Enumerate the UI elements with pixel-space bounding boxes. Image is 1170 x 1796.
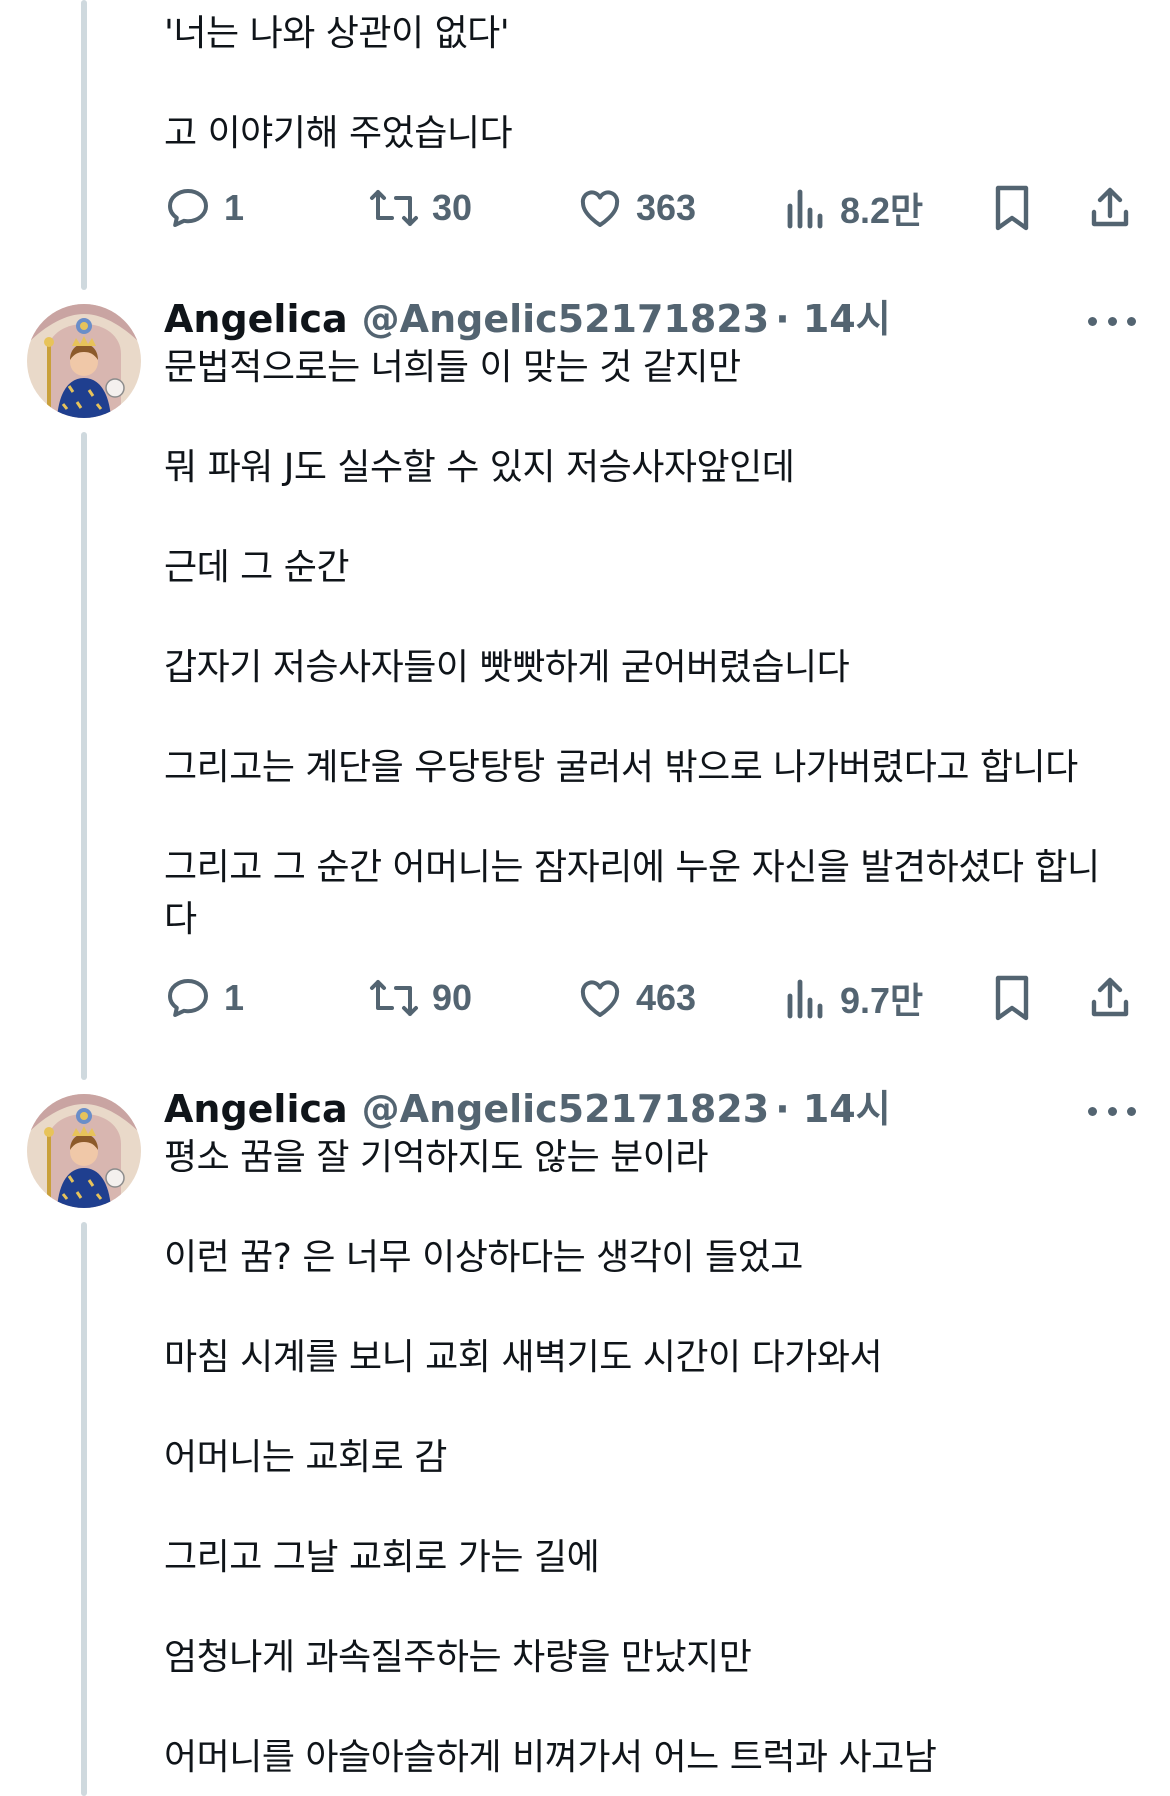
tweet-text-line: 그리고 그날 교회로 가는 길에 — [164, 1537, 600, 1578]
thread-line — [81, 432, 87, 1080]
retweet-icon — [370, 190, 418, 226]
tweet-header: Angelica @Angelic52171823 · 14시 — [164, 296, 891, 342]
views-button[interactable]: 8.2만 — [784, 178, 923, 238]
bookmark-icon — [995, 185, 1029, 231]
tweet-text-line: 어머니를 아슬아슬하게 비껴가서 어느 트럭과 사고남 — [164, 1737, 937, 1778]
like-icon — [580, 980, 620, 1017]
like-count: 463 — [636, 977, 697, 1018]
reply-button[interactable]: 1 — [164, 178, 244, 238]
more-button[interactable] — [1088, 311, 1136, 331]
bookmark-button[interactable] — [990, 178, 1034, 238]
reply-button[interactable]: 1 — [164, 968, 244, 1028]
views-icon — [787, 979, 823, 1019]
share-icon — [1091, 187, 1129, 227]
views-count: 8.2만 — [840, 190, 924, 231]
retweet-count: 90 — [432, 977, 473, 1018]
author-handle[interactable]: @Angelic52171823 — [362, 1087, 770, 1131]
tweet-time[interactable]: · 14시 — [775, 297, 891, 341]
author-handle[interactable]: @Angelic52171823 — [362, 297, 770, 341]
tweet-text-line: '너는 나와 상관이 없다' — [164, 13, 510, 54]
share-button[interactable] — [1086, 968, 1134, 1028]
reply-count: 1 — [224, 187, 245, 228]
tweet-text-line: 어머니는 교회로 감 — [164, 1437, 447, 1478]
retweet-button[interactable]: 90 — [368, 968, 472, 1028]
reply-count: 1 — [224, 977, 245, 1018]
like-count: 363 — [636, 187, 697, 228]
author-name[interactable]: Angelica — [164, 297, 348, 341]
tweet-text-line: 근데 그 순간 — [164, 547, 350, 588]
bookmark-button[interactable] — [990, 968, 1034, 1028]
more-icon — [1088, 1106, 1097, 1116]
retweet-button[interactable]: 30 — [368, 178, 472, 238]
tweet-text-line: 뭐 파워 J도 실수할 수 있지 저승사자앞인데 — [164, 447, 795, 488]
views-button[interactable]: 9.7만 — [784, 968, 923, 1028]
tweet-actions: 1 90 463 9.7만 — [164, 968, 1144, 1028]
share-button[interactable] — [1086, 178, 1134, 238]
share-icon — [1091, 977, 1129, 1017]
author-name[interactable]: Angelica — [164, 1087, 348, 1131]
tweet-actions: 1 30 363 8.2만 — [164, 178, 1144, 238]
bookmark-icon — [995, 975, 1029, 1021]
tweet-text-line: 문법적으로는 너희들 이 맞는 것 같지만 — [164, 347, 741, 388]
thread-line — [81, 0, 87, 290]
like-button[interactable]: 463 — [576, 968, 696, 1028]
retweet-count: 30 — [432, 187, 473, 228]
retweet-icon — [370, 980, 418, 1016]
tweet-text-line: 평소 꿈을 잘 기억하지도 않는 분이라 — [164, 1137, 709, 1178]
tweet-text-line: 그리고는 계단을 우당탕탕 굴러서 밖으로 나가버렸다고 합니다 — [164, 747, 1078, 788]
tweet-text-line: 고 이야기해 주었습니다 — [164, 113, 513, 154]
thread-line — [81, 1222, 87, 1796]
reply-icon — [168, 189, 208, 227]
more-icon — [1088, 316, 1097, 326]
tweet-time[interactable]: · 14시 — [775, 1087, 891, 1131]
views-icon — [787, 189, 823, 229]
tweet-text-line: 그리고 그 순간 어머니는 잠자리에 누운 자신을 발견하셨다 합니 — [164, 847, 1100, 888]
like-button[interactable]: 363 — [576, 178, 696, 238]
reply-icon — [168, 979, 208, 1017]
avatar[interactable] — [27, 304, 141, 418]
like-icon — [580, 190, 620, 227]
tweet-text-line: 갑자기 저승사자들이 빳빳하게 굳어버렸습니다 — [164, 647, 850, 688]
views-count: 9.7만 — [840, 980, 924, 1021]
tweet-text-line: 엄청나게 과속질주하는 차량을 만났지만 — [164, 1637, 752, 1678]
avatar[interactable] — [27, 1094, 141, 1208]
tweet-text-line: 이런 꿈? 은 너무 이상하다는 생각이 들었고 — [164, 1237, 803, 1278]
tweet-text-line: 다 — [164, 899, 197, 940]
tweet-header: Angelica @Angelic52171823 · 14시 — [164, 1086, 891, 1132]
more-button[interactable] — [1088, 1101, 1136, 1121]
tweet-text-line: 마침 시계를 보니 교회 새벽기도 시간이 다가와서 — [164, 1337, 883, 1378]
